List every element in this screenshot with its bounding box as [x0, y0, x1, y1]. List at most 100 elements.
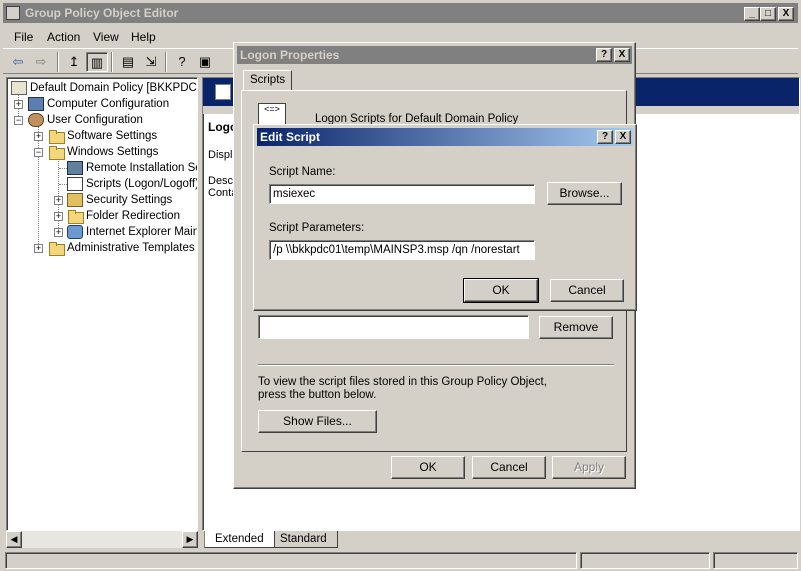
expand-icon[interactable]: +	[34, 244, 43, 253]
policy-icon	[11, 80, 27, 95]
remove-button[interactable]: Remove	[539, 316, 613, 339]
tree-item-user-config[interactable]: User Configuration	[28, 112, 143, 128]
close-button[interactable]: X	[614, 48, 630, 62]
show-files-info-text: To view the script files stored in this …	[258, 376, 547, 401]
cancel-button[interactable]: Cancel	[550, 279, 624, 302]
show-files-button-label: Show Files...	[283, 414, 352, 428]
tree-label: Security Settings	[86, 194, 173, 206]
script-parameters-input[interactable]: /p \\bkkpdc01\temp\MAINSP3.msp /qn /nore…	[269, 240, 535, 260]
ok-button[interactable]: OK	[391, 456, 465, 479]
cancel-button-label: Cancel	[490, 460, 528, 474]
script-parameters-label: Script Parameters:	[269, 222, 365, 234]
status-cell-main	[5, 552, 577, 569]
remote-install-icon	[67, 160, 83, 175]
properties-icon[interactable]: ▤	[117, 52, 139, 72]
scripts-list-box[interactable]	[258, 315, 529, 339]
tree-item-software-settings[interactable]: Software Settings	[48, 128, 157, 144]
ok-button-label: OK	[419, 460, 437, 474]
menu-help[interactable]: Help	[131, 30, 156, 44]
tree-item-admin-templates[interactable]: Administrative Templates	[48, 240, 195, 256]
main-title: Group Policy Object Editor	[25, 6, 179, 20]
edit-script-dialog: Edit Script ? X Script Name: msiexec Bro…	[253, 124, 637, 311]
tree-item-internet-explorer[interactable]: Internet Explorer Maint	[67, 224, 198, 240]
gpo-app-icon	[6, 6, 20, 20]
folder-icon	[48, 129, 65, 144]
back-icon[interactable]: ⇦	[7, 52, 29, 72]
show-hide-tree-icon[interactable]: ▥	[86, 52, 108, 72]
tree-item-computer-config[interactable]: Computer Configuration	[28, 96, 169, 112]
expand-icon[interactable]: +	[34, 132, 43, 141]
cancel-button-label: Cancel	[568, 283, 606, 297]
tree-item-windows-settings[interactable]: Windows Settings	[48, 144, 158, 160]
help-icon[interactable]: ?	[171, 52, 193, 72]
forward-icon[interactable]: ⇨	[30, 52, 52, 72]
security-icon	[67, 192, 83, 207]
tree-item-security-settings[interactable]: Security Settings	[67, 192, 172, 208]
tree-item-folder-redirection[interactable]: Folder Redirection	[67, 208, 180, 224]
logon-dialog-title: Logon Properties	[240, 48, 340, 62]
expand-icon[interactable]: +	[14, 100, 23, 109]
folder-icon	[48, 145, 65, 160]
tree-label: Computer Configuration	[47, 98, 170, 110]
tree-item-remote-installation[interactable]: Remote Installation Ser	[67, 160, 198, 176]
status-cell	[580, 552, 710, 569]
tree-label: Internet Explorer Maint	[86, 226, 198, 238]
tree-label: Default Domain Policy [BKKPDC01.	[30, 82, 198, 94]
ok-button-label: OK	[492, 283, 510, 297]
tree-pane[interactable]: Default Domain Policy [BKKPDC01. + Compu…	[6, 77, 198, 531]
toolbar-separator	[165, 52, 167, 72]
collapse-icon[interactable]: −	[34, 148, 43, 157]
maximize-button[interactable]: □	[760, 7, 776, 21]
folder-icon	[48, 241, 65, 256]
apply-button-label: Apply	[573, 460, 605, 474]
export-list-icon[interactable]: ⇲	[140, 52, 162, 72]
logon-dialog-titlebar[interactable]: Logon Properties ? X	[237, 46, 632, 64]
tab-extended[interactable]: Extended	[204, 531, 275, 548]
tree-line	[59, 168, 67, 169]
tree-label: Remote Installation Ser	[86, 162, 198, 174]
tab-scripts[interactable]: Scripts	[243, 70, 293, 90]
tree-line	[38, 126, 39, 248]
main-titlebar[interactable]: Group Policy Object Editor _ □ X	[3, 3, 798, 23]
tree-horizontal-scrollbar[interactable]: ◀ ▶	[6, 531, 198, 548]
help-button[interactable]: ?	[597, 130, 613, 144]
menu-action[interactable]: Action	[47, 30, 80, 44]
expand-icon[interactable]: +	[54, 228, 63, 237]
scripts-header-icon	[215, 84, 231, 100]
tree-label: Software Settings	[67, 130, 158, 142]
menu-view[interactable]: View	[93, 30, 119, 44]
remove-button-label: Remove	[553, 320, 599, 334]
edit-dialog-titlebar[interactable]: Edit Script ? X	[257, 128, 633, 146]
expand-icon[interactable]: +	[54, 196, 63, 205]
script-name-label: Script Name:	[269, 166, 336, 178]
status-cell	[713, 552, 798, 569]
help-button[interactable]: ?	[596, 48, 612, 62]
console-icon[interactable]: ▣	[194, 52, 216, 72]
tree-label: Administrative Templates	[67, 242, 195, 254]
menu-file[interactable]: File	[14, 30, 33, 44]
toolbar-separator	[57, 52, 59, 72]
tree-label: Folder Redirection	[86, 210, 180, 222]
tree-label: Scripts (Logon/Logoff)	[86, 178, 198, 190]
cancel-button[interactable]: Cancel	[472, 456, 546, 479]
up-folder-icon[interactable]: ↥	[63, 52, 85, 72]
separator-line	[258, 364, 614, 366]
browse-button-label: Browse...	[559, 186, 610, 200]
close-button[interactable]: X	[615, 130, 631, 144]
collapse-icon[interactable]: −	[14, 116, 23, 125]
tree-item-scripts[interactable]: Scripts (Logon/Logoff)	[67, 176, 198, 192]
ok-button[interactable]: OK	[463, 278, 539, 303]
close-button[interactable]: X	[778, 7, 794, 21]
script-name-input[interactable]: msiexec	[269, 184, 535, 204]
apply-button[interactable]: Apply	[552, 456, 626, 479]
minimize-button[interactable]: _	[744, 7, 760, 21]
browse-button[interactable]: Browse...	[547, 182, 622, 205]
tree-item-root[interactable]: Default Domain Policy [BKKPDC01.	[11, 80, 198, 96]
scroll-right-icon[interactable]: ▶	[182, 531, 198, 548]
tree-line	[59, 184, 67, 185]
tab-standard[interactable]: Standard	[270, 531, 338, 548]
show-files-button[interactable]: Show Files...	[258, 410, 377, 433]
expand-icon[interactable]: +	[54, 212, 63, 221]
scroll-left-icon[interactable]: ◀	[6, 531, 22, 548]
user-icon	[28, 112, 44, 127]
